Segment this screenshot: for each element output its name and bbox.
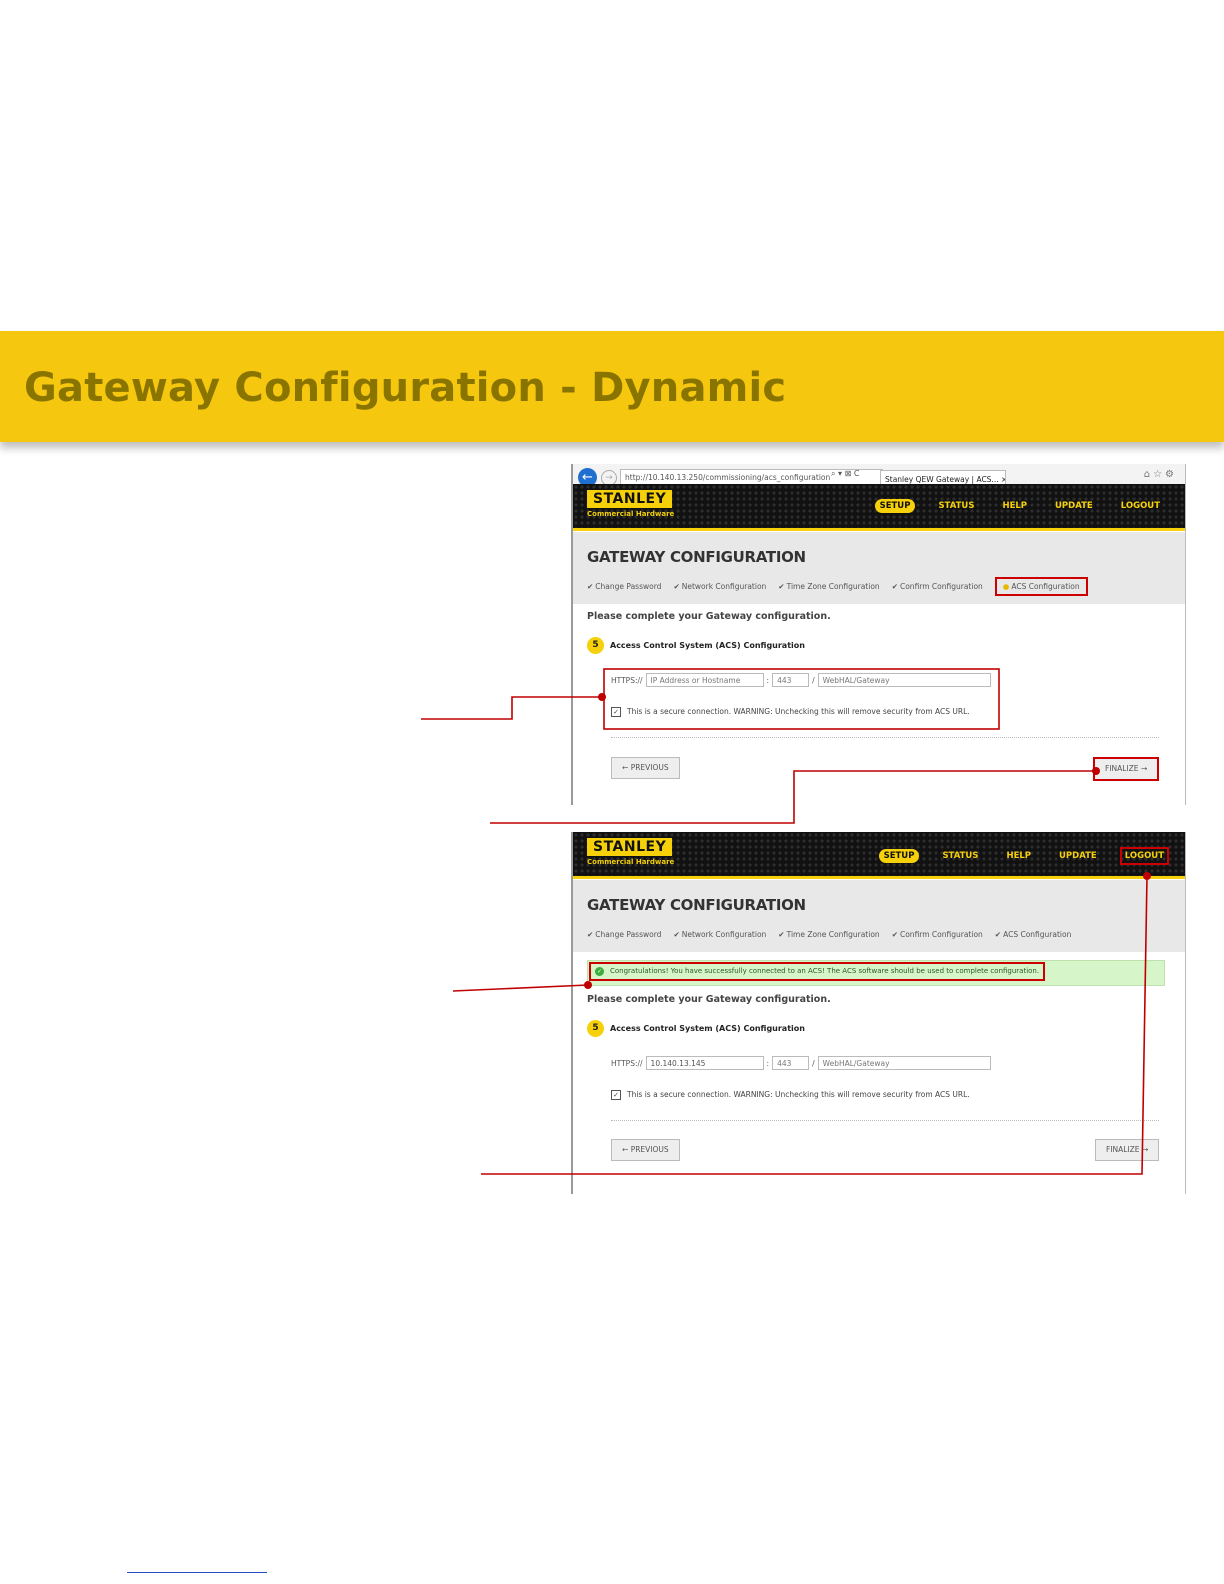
arrow-left-icon: ← — [622, 1145, 629, 1154]
intro-text: Please complete your Gateway configurati… — [587, 611, 831, 622]
app-header: STANLEY Commercial Hardware SETUP STATUS… — [573, 484, 1185, 531]
finalize-button[interactable]: FINALIZE → — [1095, 1139, 1160, 1161]
callout-line-success — [452, 984, 589, 992]
logo-subtitle: Commercial Hardware — [587, 510, 675, 518]
secure-note: This is a secure connection. WARNING: Un… — [627, 707, 970, 716]
step-network-configuration: ✔ Network Configuration — [673, 582, 767, 591]
secure-checkbox[interactable]: ✓ — [611, 1090, 621, 1100]
arrow-right-icon: → — [1141, 1145, 1149, 1154]
secure-connection-row: ✓ This is a secure connection. WARNING: U… — [611, 707, 970, 717]
step-confirm-configuration: ✔ Confirm Configuration — [891, 582, 983, 591]
step-network-configuration: ✔ Network Configuration — [673, 930, 767, 939]
current-step-circle-icon: ● — [1002, 582, 1010, 591]
stanley-logo: STANLEY Commercial Hardware — [587, 836, 674, 866]
nav-logout[interactable]: LOGOUT — [1119, 847, 1169, 865]
section-title: Access Control System (ACS) Configuratio… — [610, 1024, 805, 1033]
screenshot-acs-config: ← → http://10.140.13.250/commissioning/a… — [571, 464, 1186, 805]
slash-separator: / — [812, 675, 815, 685]
previous-button[interactable]: ← PREVIOUS — [611, 757, 680, 779]
step-change-password: ✔ Change Password — [587, 582, 662, 591]
check-circle-icon: ✔ — [587, 930, 594, 939]
stanley-logo: STANLEY Commercial Hardware — [587, 488, 674, 518]
check-circle-icon: ✔ — [778, 930, 785, 939]
arrow-left-icon: ← — [622, 763, 629, 772]
home-star-gear-icon[interactable]: ⌂☆⚙ — [1144, 469, 1177, 480]
footer-rule — [127, 1572, 267, 1573]
nav-setup[interactable]: SETUP — [878, 849, 920, 863]
arrow-right-icon: → — [1140, 764, 1148, 773]
acs-url-row: HTTPS:// IP Address or Hostname : 443 / … — [611, 673, 991, 687]
nav-update[interactable]: UPDATE — [1050, 499, 1098, 513]
secure-connection-row: ✓ This is a secure connection. WARNING: U… — [611, 1090, 970, 1100]
logo-subtitle: Commercial Hardware — [587, 858, 675, 866]
page-title-bar: GATEWAY CONFIGURATION ✔ Change Password ✔… — [573, 532, 1185, 604]
host-input[interactable]: 10.140.13.145 — [645, 1056, 764, 1070]
secure-note: This is a secure connection. WARNING: Un… — [627, 1090, 970, 1099]
step-number-badge: 5 — [587, 1020, 604, 1037]
check-circle-icon: ✔ — [673, 582, 680, 591]
nav-update[interactable]: UPDATE — [1054, 849, 1102, 863]
secure-checkbox[interactable]: ✓ — [611, 707, 621, 717]
check-circle-icon: ✔ — [587, 582, 594, 591]
progress-steps: ✔ Change Password ✔ Network Configuration … — [587, 577, 1088, 596]
main-nav: SETUP STATUS HELP UPDATE LOGOUT — [874, 499, 1165, 513]
port-input[interactable]: 443 — [772, 1056, 810, 1070]
nav-setup[interactable]: SETUP — [874, 499, 916, 513]
address-bar-icons[interactable]: ⌕ ▾ ⊠ C — [831, 469, 859, 479]
step-acs-configuration: ● ACS Configuration — [994, 577, 1088, 596]
path-input[interactable]: WebHAL/Gateway — [817, 1056, 991, 1070]
screenshot-acs-success: STANLEY Commercial Hardware SETUP STATUS… — [571, 832, 1186, 1194]
success-alert: ✓ Congratulations! You have successfully … — [587, 960, 1165, 986]
nav-logout[interactable]: LOGOUT — [1116, 499, 1165, 513]
colon-separator: : — [766, 675, 770, 685]
page-title-bar: GATEWAY CONFIGURATION ✔ Change Password ✔… — [573, 880, 1185, 952]
page-title: GATEWAY CONFIGURATION — [587, 896, 806, 914]
step-number-badge: 5 — [587, 637, 604, 654]
check-circle-icon: ✔ — [891, 582, 898, 591]
slash-separator: / — [812, 1058, 815, 1068]
progress-steps: ✔ Change Password ✔ Network Configuration … — [587, 930, 1071, 939]
https-label: HTTPS:// — [611, 1058, 643, 1068]
nav-help[interactable]: HELP — [1001, 849, 1036, 863]
colon-separator: : — [766, 1058, 770, 1068]
check-circle-icon: ✔ — [994, 930, 1002, 939]
banner-title: Gateway Configuration - Dynamic — [24, 365, 787, 411]
previous-button[interactable]: ← PREVIOUS — [611, 1139, 680, 1161]
https-label: HTTPS:// — [611, 675, 643, 685]
section-title: Access Control System (ACS) Configuratio… — [610, 641, 805, 650]
finalize-button[interactable]: FINALIZE → — [1093, 757, 1160, 781]
title-banner: Gateway Configuration - Dynamic — [0, 331, 1224, 442]
check-circle-icon: ✔ — [778, 582, 785, 591]
logo-text: STANLEY — [587, 490, 673, 508]
step-confirm-configuration: ✔ Confirm Configuration — [891, 930, 983, 939]
app-header: STANLEY Commercial Hardware SETUP STATUS… — [573, 832, 1185, 879]
step-time-zone-configuration: ✔ Time Zone Configuration — [778, 930, 880, 939]
nav-status[interactable]: STATUS — [933, 499, 979, 513]
check-circle-icon: ✔ — [891, 930, 898, 939]
success-message: ✓ Congratulations! You have successfully … — [589, 962, 1046, 981]
step-acs-configuration: ✔ ACS Configuration — [994, 930, 1072, 939]
section-heading: 5 Access Control System (ACS) Configurat… — [587, 1020, 805, 1037]
intro-text: Please complete your Gateway configurati… — [587, 994, 831, 1005]
divider — [611, 737, 1159, 738]
nav-help[interactable]: HELP — [997, 499, 1032, 513]
divider — [611, 1120, 1159, 1121]
host-input[interactable]: IP Address or Hostname — [645, 673, 764, 687]
nav-status[interactable]: STATUS — [937, 849, 983, 863]
step-time-zone-configuration: ✔ Time Zone Configuration — [778, 582, 880, 591]
logo-text: STANLEY — [587, 838, 673, 856]
section-heading: 5 Access Control System (ACS) Configurat… — [587, 637, 805, 654]
step-change-password: ✔ Change Password — [587, 930, 662, 939]
page-title: GATEWAY CONFIGURATION — [587, 548, 806, 566]
path-input[interactable]: WebHAL/Gateway — [817, 673, 991, 687]
port-input[interactable]: 443 — [772, 673, 810, 687]
acs-url-row: HTTPS:// 10.140.13.145 : 443 / WebHAL/Ga… — [611, 1056, 991, 1070]
check-circle-icon: ✔ — [673, 930, 680, 939]
check-circle-icon: ✓ — [595, 967, 604, 976]
main-nav: SETUP STATUS HELP UPDATE LOGOUT — [878, 847, 1169, 865]
